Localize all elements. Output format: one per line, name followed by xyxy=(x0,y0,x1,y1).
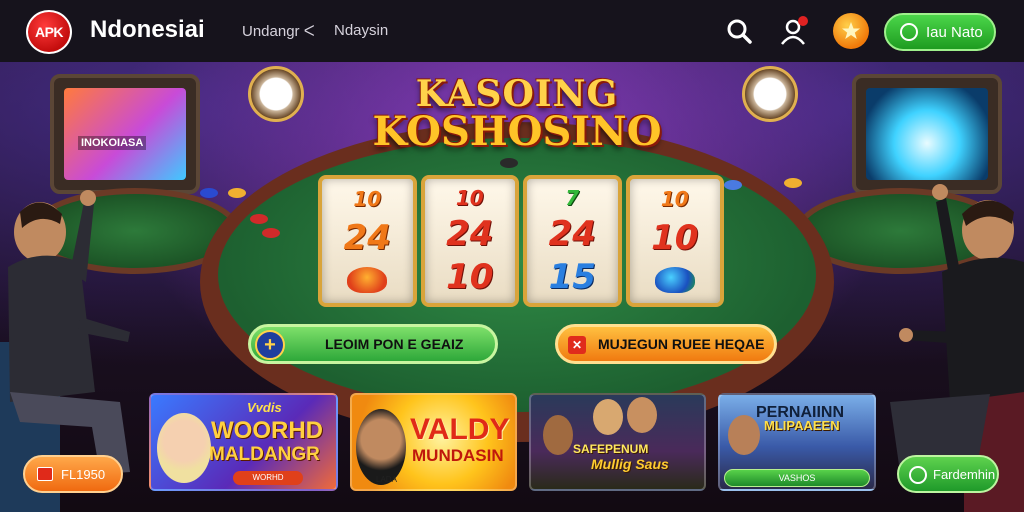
game-card-4[interactable]: PERNAIINN MLIPAAEEN VASHOS xyxy=(718,393,876,491)
check-circle-icon xyxy=(900,23,918,41)
slot-reels[interactable]: 10 24 10 24 10 7 24 15 10 10 xyxy=(318,175,724,307)
reel-symbol: 24 xyxy=(548,213,596,254)
card-character xyxy=(627,397,657,433)
reel-symbol: 10 xyxy=(446,257,494,298)
card-1-title-1: WOORHD xyxy=(211,417,323,444)
card-4-badge[interactable]: VASHOS xyxy=(724,469,870,487)
check-circle-icon xyxy=(909,466,927,484)
card-3-title-1: SAFEPENUM xyxy=(573,442,649,456)
card-character xyxy=(728,415,760,455)
card-3-title-2: Mullig Saus xyxy=(591,456,669,472)
card-character xyxy=(356,409,406,485)
reel-symbol: 10 xyxy=(353,187,382,211)
nav-link-2[interactable]: Ndaysin xyxy=(334,22,388,39)
clock-icon xyxy=(248,66,304,122)
chip-icon xyxy=(724,180,742,190)
login-button[interactable]: Iau Nato xyxy=(884,13,996,51)
reel-symbol: 15 xyxy=(548,257,596,298)
search-icon[interactable] xyxy=(722,14,756,48)
play-button[interactable]: + LEOIM PON E GEAIZ xyxy=(248,324,498,364)
card-2-small-text: LADA xyxy=(376,475,397,484)
reel-symbol: 7 xyxy=(565,185,580,210)
clock-icon xyxy=(742,66,798,122)
notification-dot xyxy=(798,16,808,26)
card-1-subtitle: Vvdis xyxy=(247,400,282,415)
left-bottom-label: FL1950 xyxy=(61,466,106,482)
reel-symbol: 10 xyxy=(455,185,484,210)
login-label: Iau Nato xyxy=(926,23,983,41)
card-4-title-2: MLIPAAEEN xyxy=(764,418,840,433)
plus-icon: + xyxy=(255,330,285,360)
casino-hero: INOKOIASA KASOING KOSHOSINO 10 24 10 24 … xyxy=(0,62,1024,512)
right-bottom-label: Fardemhin xyxy=(933,466,996,482)
chip-icon xyxy=(250,214,268,224)
logo-text: APK xyxy=(34,24,64,40)
close-icon: ✕ xyxy=(568,336,586,354)
slot-reel: 10 10 xyxy=(625,175,724,307)
game-card-2[interactable]: VALDY MUNDASIN LADA xyxy=(350,393,517,491)
card-character xyxy=(593,399,623,435)
promo-button[interactable]: ✕ MUJEGUN RUEE HEQAE xyxy=(555,324,777,364)
left-bottom-button[interactable]: FL1950 xyxy=(23,455,123,493)
promo-label: MUJEGUN RUEE HEQAE xyxy=(598,336,765,352)
fruit-icon xyxy=(347,267,388,293)
apk-logo[interactable]: APK xyxy=(26,10,72,54)
card-1-title-2: MALDANGR xyxy=(209,444,320,465)
card-2-title-2: MUNDASIN xyxy=(412,446,504,465)
coin-icon[interactable] xyxy=(833,13,869,49)
game-card-1[interactable]: Vvdis WOORHD MALDANGR WORHD xyxy=(149,393,338,491)
nav-link-1[interactable]: Undangr ᐸ xyxy=(242,22,315,40)
reel-symbol: 24 xyxy=(343,218,391,258)
gift-icon xyxy=(37,467,53,481)
card-2-title-1: VALDY xyxy=(410,413,510,446)
chip-icon xyxy=(500,158,518,168)
slot-reel: 10 24 10 xyxy=(420,175,519,307)
slot-reel: 7 24 15 xyxy=(523,175,622,307)
game-card-3[interactable]: SAFEPENUM Mullig Saus xyxy=(529,393,706,491)
fruit-icon xyxy=(654,267,695,293)
game-title-line1: KASOING xyxy=(415,73,619,115)
site-brand[interactable]: Ndonesiai xyxy=(90,16,205,44)
game-title: KASOING KOSHOSINO xyxy=(372,76,662,152)
top-bar: APK Ndonesiai Undangr ᐸ Ndaysin Iau Nato xyxy=(0,0,1024,62)
reel-symbol: 10 xyxy=(651,218,699,258)
game-title-line2: KOSHOSINO xyxy=(372,108,662,155)
chip-icon xyxy=(262,228,280,238)
chip-icon xyxy=(228,188,246,198)
slot-reel: 10 24 xyxy=(318,175,417,307)
chip-icon xyxy=(200,188,218,198)
right-bottom-button[interactable]: Fardemhin xyxy=(897,455,999,493)
user-icon[interactable] xyxy=(776,14,810,48)
reel-symbol: 10 xyxy=(660,187,689,211)
card-character xyxy=(157,413,211,483)
play-label: LEOIM PON E GEAIZ xyxy=(325,336,464,352)
card-1-badge: WORHD xyxy=(233,471,303,485)
chip-icon xyxy=(784,178,802,188)
card-character xyxy=(543,415,573,455)
reel-symbol: 24 xyxy=(446,213,494,254)
